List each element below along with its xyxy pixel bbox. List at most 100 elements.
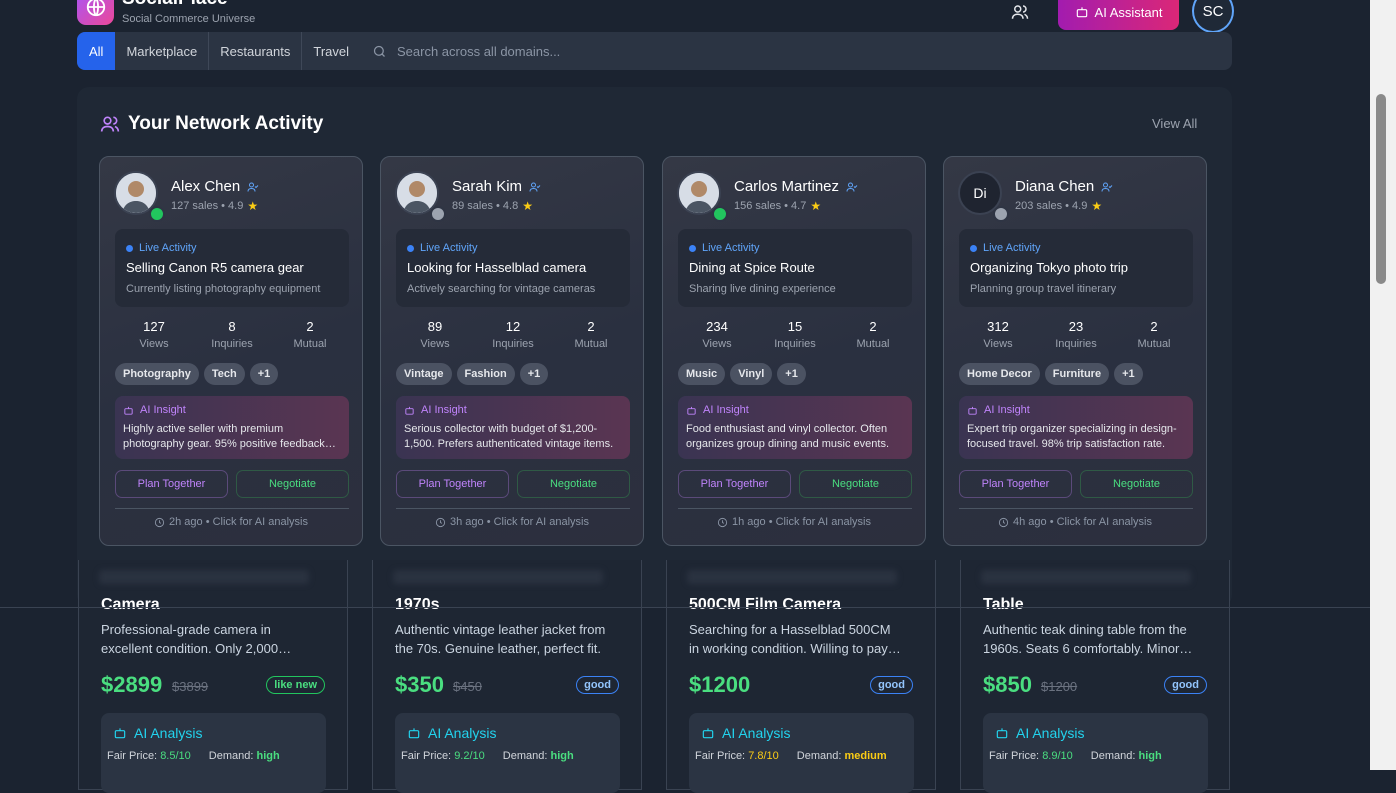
star-icon: ★ bbox=[522, 199, 533, 213]
search-input[interactable]: Search across all domains... bbox=[372, 32, 560, 70]
stat-inquiries: 8 bbox=[228, 319, 236, 334]
live-dot bbox=[689, 244, 696, 252]
brand-tagline: Social Commerce Universe bbox=[122, 12, 256, 25]
bot-icon bbox=[702, 728, 714, 739]
tab-marketplace[interactable]: Marketplace bbox=[115, 32, 210, 70]
listing-price: $2899 bbox=[101, 672, 163, 697]
insight-text: Highly active seller with premium photog… bbox=[123, 423, 325, 450]
original-price: $450 bbox=[453, 679, 482, 694]
negotiate-button[interactable]: Negotiate bbox=[799, 470, 912, 498]
listing-card[interactable]: 500CM Film Camera Searching for a Hassel… bbox=[666, 560, 936, 793]
network-card[interactable]: Sarah Kim 89 sales • 4.8 ★ Live Activity… bbox=[380, 156, 644, 546]
tag-list: Photography Tech +1 bbox=[115, 363, 279, 385]
interest-tag[interactable]: Furniture bbox=[1044, 363, 1110, 385]
person-stats: 203 sales • 4.9 ★ bbox=[1015, 199, 1103, 213]
insight-text: Serious collector with budget of $1,200-… bbox=[404, 423, 614, 450]
activity-subtitle: Planning group travel itinerary bbox=[970, 283, 1117, 295]
blurred-header bbox=[981, 570, 1191, 584]
users-icon[interactable] bbox=[1011, 3, 1029, 21]
stat-views: 312 bbox=[987, 319, 1009, 334]
interest-tag[interactable]: Fashion bbox=[456, 363, 515, 385]
network-card[interactable]: Carlos Martinez 156 sales • 4.7 ★ Live A… bbox=[662, 156, 926, 546]
interest-tag[interactable]: Tech bbox=[203, 363, 245, 385]
negotiate-button[interactable]: Negotiate bbox=[517, 470, 630, 498]
search-placeholder: Search across all domains... bbox=[397, 43, 561, 59]
condition-badge: good bbox=[870, 676, 913, 694]
globe-icon bbox=[77, 0, 114, 25]
negotiate-button[interactable]: Negotiate bbox=[236, 470, 349, 498]
person-name[interactable]: Alex Chen bbox=[171, 178, 259, 195]
tag-list: Music Vinyl +1 bbox=[678, 363, 806, 385]
blurred-header bbox=[393, 570, 603, 584]
ai-analysis[interactable]: AI Analysis Fair Price: 9.2/10 Demand: h… bbox=[395, 713, 620, 793]
interest-tag[interactable]: +1 bbox=[777, 363, 806, 385]
ai-analysis[interactable]: AI Analysis Fair Price: 7.8/10 Demand: m… bbox=[689, 713, 914, 793]
listing-card[interactable]: Table Authentic teak dining table from t… bbox=[960, 560, 1230, 793]
listing-price: $350 bbox=[395, 672, 444, 697]
interest-tag[interactable]: Vintage bbox=[396, 363, 452, 385]
search-icon bbox=[373, 45, 385, 57]
person-name[interactable]: Carlos Martinez bbox=[734, 178, 858, 195]
interest-tag[interactable]: +1 bbox=[249, 363, 279, 385]
card-footer[interactable]: 4h ago • Click for AI analysis bbox=[944, 516, 1206, 528]
interest-tag[interactable]: Photography bbox=[115, 363, 199, 385]
tab-restaurants[interactable]: Restaurants bbox=[209, 32, 303, 70]
person-stats: 127 sales • 4.9 ★ bbox=[171, 199, 259, 213]
divider bbox=[115, 508, 349, 509]
listing-title: Camera bbox=[101, 596, 160, 613]
network-card[interactable]: Alex Chen 127 sales • 4.9 ★ Live Activit… bbox=[99, 156, 363, 546]
presence-indicator bbox=[993, 206, 1009, 222]
interest-tag[interactable]: Home Decor bbox=[959, 363, 1040, 385]
view-all-link[interactable]: View All bbox=[1152, 116, 1197, 131]
activity-title: Selling Canon R5 camera gear bbox=[126, 260, 304, 275]
listing-description: Authentic vintage leather jacket from th… bbox=[395, 622, 606, 656]
ai-assistant-button[interactable]: AI Assistant bbox=[1058, 0, 1179, 30]
original-price: $3899 bbox=[172, 679, 209, 694]
plan-together-button[interactable]: Plan Together bbox=[678, 470, 791, 498]
ai-analysis[interactable]: AI Analysis Fair Price: 8.9/10 Demand: h… bbox=[983, 713, 1208, 793]
divider bbox=[396, 508, 630, 509]
card-footer[interactable]: 3h ago • Click for AI analysis bbox=[381, 516, 643, 528]
clock-icon bbox=[717, 517, 728, 527]
brand[interactable]: SocialPlace Social Commerce Universe bbox=[77, 0, 255, 25]
user-avatar[interactable]: SC bbox=[1192, 0, 1234, 33]
fair-price: Fair Price: 8.9/10 bbox=[989, 750, 1073, 762]
clock-icon bbox=[998, 517, 1009, 527]
activity-title: Organizing Tokyo photo trip bbox=[970, 260, 1129, 275]
live-dot bbox=[126, 244, 133, 252]
live-activity: Live Activity Looking for Hasselblad cam… bbox=[396, 229, 630, 307]
interest-tag[interactable]: +1 bbox=[519, 363, 549, 385]
stat-inquiries: 15 bbox=[787, 319, 803, 334]
live-activity: Live Activity Organizing Tokyo photo tri… bbox=[959, 229, 1193, 307]
interest-tag[interactable]: Music bbox=[678, 363, 726, 385]
listing-title: Table bbox=[983, 596, 1024, 613]
scrollbar-thumb[interactable] bbox=[1376, 94, 1386, 284]
plan-together-button[interactable]: Plan Together bbox=[396, 470, 509, 498]
listing-description: Searching for a Hasselblad 500CM in work… bbox=[689, 622, 891, 656]
card-footer[interactable]: 2h ago • Click for AI analysis bbox=[100, 516, 362, 528]
person-name[interactable]: Diana Chen bbox=[1015, 178, 1113, 195]
tab-travel[interactable]: Travel bbox=[302, 32, 360, 70]
listing-card[interactable]: 1970s Authentic vintage leather jacket f… bbox=[372, 560, 642, 793]
interest-tag[interactable]: +1 bbox=[1114, 363, 1143, 385]
ai-assistant-label: AI Assistant bbox=[1094, 4, 1163, 20]
tab-all[interactable]: All bbox=[77, 32, 116, 70]
interest-tag[interactable]: Vinyl bbox=[730, 363, 773, 385]
person-name[interactable]: Sarah Kim bbox=[452, 178, 541, 195]
network-card[interactable]: Di Diana Chen 203 sales • 4.9 ★ Live Act… bbox=[943, 156, 1207, 546]
bot-icon bbox=[124, 406, 133, 415]
plan-together-button[interactable]: Plan Together bbox=[959, 470, 1072, 498]
presence-indicator bbox=[149, 206, 165, 222]
insight-text: Food enthusiast and vinyl collector. Oft… bbox=[686, 423, 890, 450]
live-activity: Live Activity Selling Canon R5 camera ge… bbox=[115, 229, 349, 307]
star-icon: ★ bbox=[1091, 199, 1103, 213]
user-check-icon bbox=[1101, 182, 1113, 192]
card-footer[interactable]: 1h ago • Click for AI analysis bbox=[663, 516, 925, 528]
plan-together-button[interactable]: Plan Together bbox=[115, 470, 228, 498]
negotiate-button[interactable]: Negotiate bbox=[1080, 470, 1193, 498]
star-icon: ★ bbox=[810, 199, 822, 213]
ai-analysis[interactable]: AI Analysis Fair Price: 8.5/10 Demand: h… bbox=[101, 713, 326, 793]
listing-card[interactable]: Camera Professional-grade camera in exce… bbox=[78, 560, 348, 793]
ai-insight: AI Insight Expert trip organizer special… bbox=[959, 396, 1193, 459]
demand: Demand: high bbox=[502, 750, 574, 762]
